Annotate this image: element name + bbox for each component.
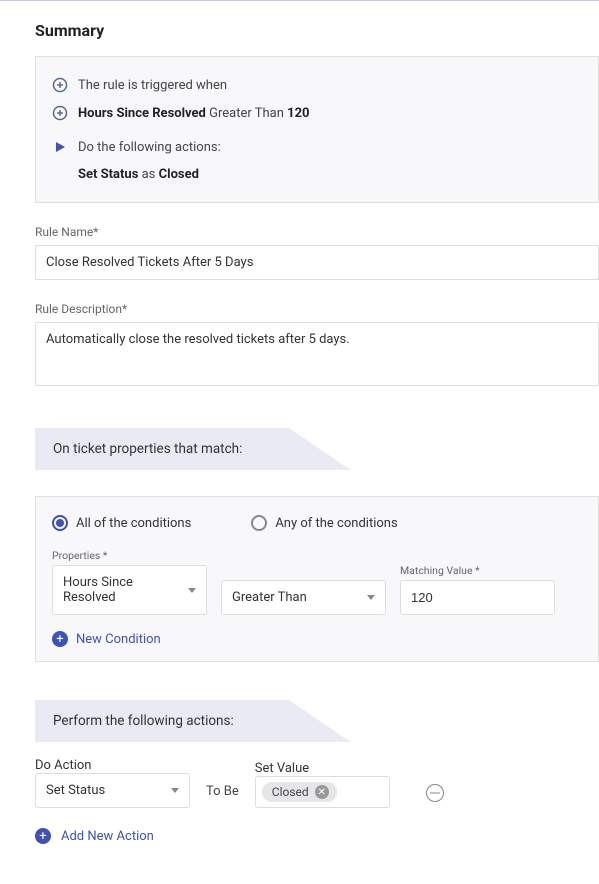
summary-trigger-text: The rule is triggered when	[78, 78, 227, 93]
set-value-input[interactable]: Closed ✕	[255, 776, 390, 808]
radio-unchecked-icon	[251, 515, 267, 531]
to-be-label: To Be	[206, 784, 239, 808]
properties-label: Properties *	[52, 549, 207, 562]
operator-spacer	[221, 564, 386, 577]
new-condition-button[interactable]: + New Condition	[52, 631, 582, 647]
remove-action-button[interactable]	[426, 784, 444, 802]
do-action-label: Do Action	[35, 758, 91, 773]
operator-select[interactable]: Greater Than	[221, 580, 386, 615]
page-title: Summary	[35, 21, 599, 40]
plus-icon: +	[35, 828, 51, 844]
radio-any-conditions[interactable]: Any of the conditions	[251, 515, 397, 531]
do-action-select[interactable]: Set Status	[35, 773, 190, 808]
radio-any-label: Any of the conditions	[275, 516, 397, 531]
rule-description-label: Rule Description*	[35, 302, 599, 316]
conditions-header: On ticket properties that match:	[35, 428, 599, 470]
matching-value-input[interactable]	[400, 580, 555, 615]
rule-name-input[interactable]	[35, 245, 599, 280]
chevron-down-icon	[171, 788, 179, 793]
chip-label: Closed	[272, 785, 309, 799]
plus-circle-icon	[52, 77, 68, 93]
chevron-down-icon	[188, 588, 196, 593]
play-icon	[52, 139, 68, 155]
add-new-action-button[interactable]: + Add New Action	[35, 828, 559, 844]
rule-name-label: Rule Name*	[35, 225, 599, 239]
remove-chip-icon[interactable]: ✕	[315, 785, 329, 799]
summary-actions-intro: Do the following actions:	[78, 140, 221, 155]
conditions-panel: All of the conditions Any of the conditi…	[35, 496, 599, 662]
summary-action: Set Status as Closed	[78, 167, 199, 182]
set-value-label: Set Value	[255, 761, 309, 776]
radio-checked-icon	[52, 515, 68, 531]
radio-all-label: All of the conditions	[76, 516, 191, 531]
plus-icon: +	[52, 631, 68, 647]
matching-value-label: Matching Value *	[400, 564, 555, 577]
properties-value: Hours Since Resolved	[63, 575, 188, 605]
radio-all-conditions[interactable]: All of the conditions	[52, 515, 191, 531]
plus-circle-icon	[52, 105, 68, 121]
summary-panel: The rule is triggered when Hours Since R…	[35, 56, 599, 203]
summary-condition: Hours Since Resolved Greater Than 120	[78, 106, 310, 121]
add-new-action-label: Add New Action	[61, 829, 154, 844]
value-chip: Closed ✕	[262, 782, 337, 802]
operator-value: Greater Than	[232, 590, 307, 605]
chevron-down-icon	[367, 595, 375, 600]
new-condition-label: New Condition	[76, 632, 161, 647]
actions-header: Perform the following actions:	[35, 700, 599, 742]
do-action-value: Set Status	[46, 783, 105, 798]
properties-select[interactable]: Hours Since Resolved	[52, 565, 207, 615]
rule-description-input[interactable]: Automatically close the resolved tickets…	[35, 322, 599, 386]
